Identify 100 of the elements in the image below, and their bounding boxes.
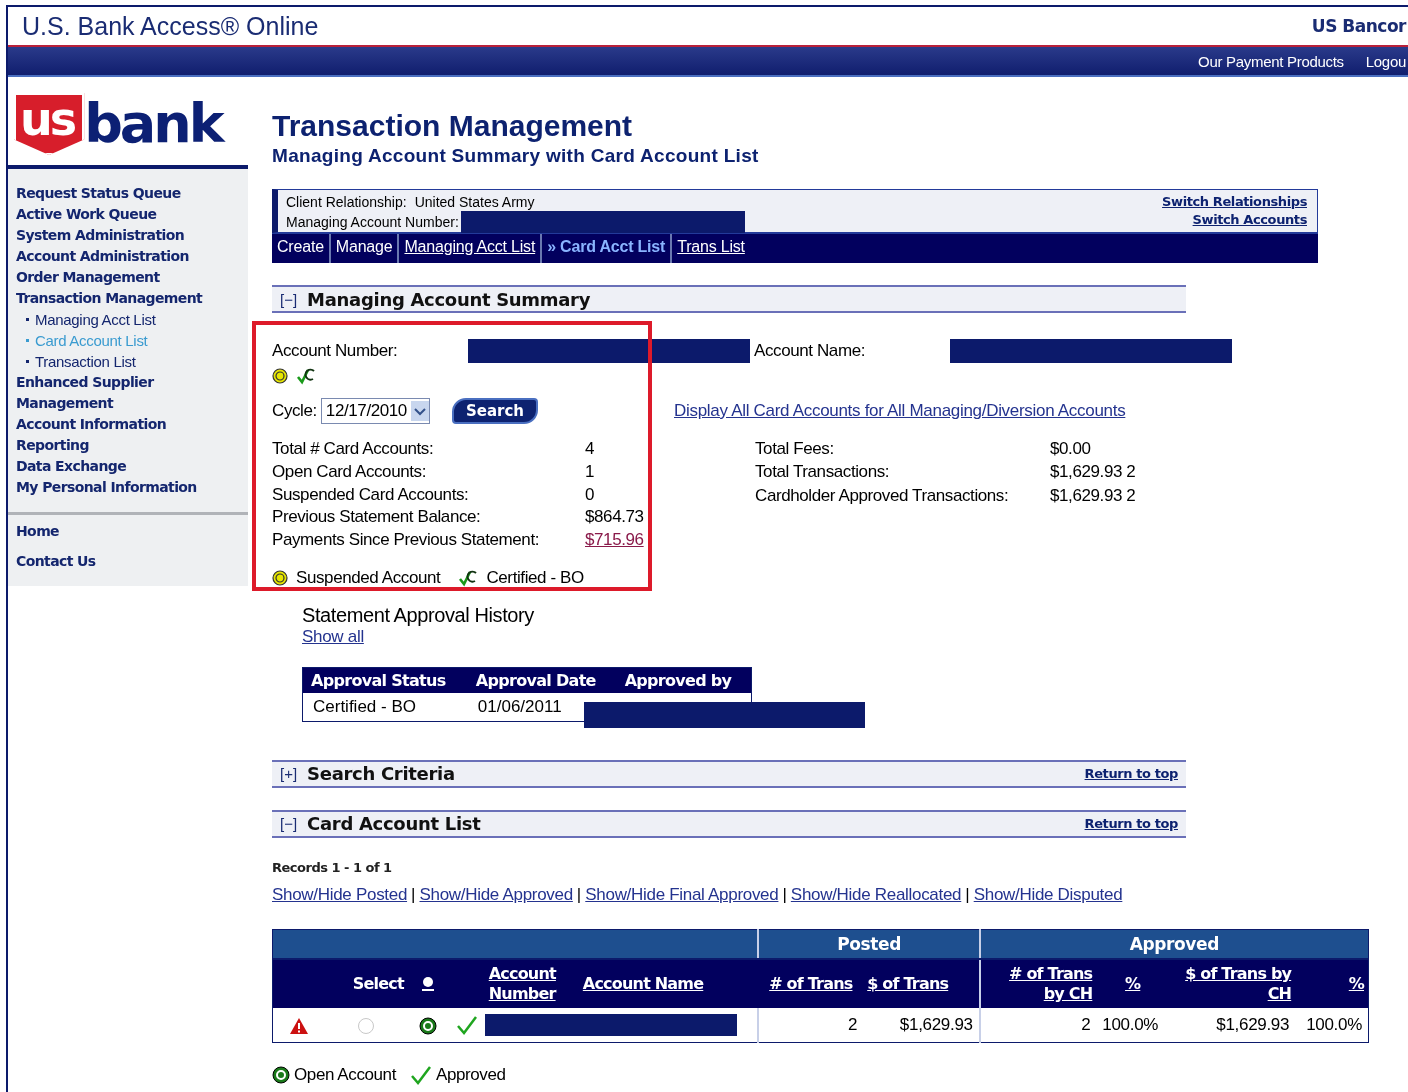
brand-name: US Bancor <box>1311 16 1406 36</box>
sidebar-item[interactable]: Data Exchange <box>16 456 238 477</box>
toggle-button[interactable]: [−] <box>280 290 298 308</box>
stat-label: Total Transactions: <box>755 461 891 484</box>
field-label: Account Number: <box>272 341 399 361</box>
sort-link[interactable]: % <box>1348 974 1364 994</box>
switch-link[interactable]: Switch Accounts <box>1192 211 1307 229</box>
legend-label: Approved <box>436 1065 506 1085</box>
sidebar-item[interactable]: Order Management <box>16 267 238 288</box>
open-status-icon <box>272 1066 290 1084</box>
show-all-link[interactable]: Show all <box>302 627 364 646</box>
stat-value: $1,629.93 2 <box>1050 484 1137 507</box>
table-cell: $1,629.93 <box>1169 1008 1296 1043</box>
column-header: Approval Date <box>467 667 617 693</box>
stat-label: Cardholder Approved Transactions: <box>755 484 1010 507</box>
stat-label: Payments Since Previous Statement: <box>272 529 541 552</box>
page-subtitle: Managing Account Summary with Card Account List <box>272 145 760 167</box>
table-cell: 100.0% <box>1096 1008 1169 1043</box>
sidebar-item[interactable]: Reporting <box>16 435 238 456</box>
display-all-link[interactable]: Display All Card Accounts for All Managing/Diversion Accounts <box>674 401 1126 421</box>
tab[interactable]: Trans List <box>672 234 750 263</box>
table-cell: $1,629.93 <box>863 1008 980 1043</box>
history-title: Statement Approval History <box>302 604 535 627</box>
field-label: Account Name: <box>754 341 867 361</box>
return-to-top-link[interactable]: Return to top <box>1084 765 1178 783</box>
stat-label: Total Fees: <box>755 438 835 460</box>
switch-link[interactable]: Switch Relationships <box>1162 193 1307 211</box>
column-header: Approval Status <box>302 667 468 693</box>
stat-label: Previous Statement Balance: <box>272 506 482 529</box>
legend-label: Open Account <box>294 1065 396 1085</box>
certified-check-icon <box>296 367 316 385</box>
stat-label: Open Card Accounts: <box>272 460 427 483</box>
open-status-icon <box>419 1016 438 1035</box>
nav-link[interactable]: Our Payment Products <box>1198 52 1344 70</box>
stat-label: Total # Card Accounts: <box>272 438 435 460</box>
group-header: Approved <box>979 929 1369 959</box>
sidebar-item[interactable]: Enhanced Supplier Management <box>16 372 238 414</box>
site-title: U.S. Bank Access® Online <box>22 11 319 41</box>
sidebar-item[interactable]: Request Status Queue <box>16 183 238 204</box>
radio-button[interactable] <box>358 1017 375 1034</box>
check-icon <box>410 1065 432 1085</box>
filter-link[interactable]: Show/Hide Posted <box>272 885 408 905</box>
coin-icon <box>272 368 288 384</box>
stat-value: 4 <box>585 438 596 460</box>
table-cell: 01/06/2011 <box>467 693 617 722</box>
stat-value: 0 <box>585 483 596 506</box>
sidebar-item-label: Transaction List <box>35 352 136 372</box>
sidebar-item[interactable]: Account Administration <box>16 246 238 267</box>
return-to-top-link[interactable]: Return to top <box>1084 815 1178 833</box>
table-cell: 2 <box>979 1008 1097 1043</box>
column-header: Approved by <box>616 667 752 693</box>
cycle-dropdown[interactable]: 12/17/2010 <box>320 398 430 424</box>
field-value: United States Army <box>414 194 535 210</box>
warning-icon <box>288 1016 309 1035</box>
filter-link[interactable]: Show/Hide Approved <box>419 885 573 905</box>
tab[interactable]: Create <box>272 234 331 263</box>
coin-icon <box>272 570 288 586</box>
filter-link[interactable]: Show/Hide Reallocated <box>790 885 962 905</box>
stat-value: $864.73 <box>585 506 645 529</box>
group-header: Posted <box>758 929 980 959</box>
bullet-icon <box>26 339 29 342</box>
legend-label: Suspended Account <box>296 568 441 588</box>
sidebar-item[interactable]: My Personal Information <box>16 477 238 498</box>
legend-label: Certified - BO <box>486 568 584 588</box>
certified-check-icon <box>458 569 479 587</box>
caret-icon <box>410 401 429 421</box>
toggle-button[interactable]: [+] <box>280 765 298 783</box>
sidebar-item-label: Managing Acct List <box>35 310 156 330</box>
stat-value: $0.00 <box>1050 438 1092 460</box>
filter-link[interactable]: Show/Hide Final Approved <box>585 885 779 905</box>
field-label: Managing Account Number: <box>286 214 459 230</box>
sidebar-item[interactable]: Active Work Queue <box>16 204 238 225</box>
payments-link[interactable]: $715.96 <box>585 529 665 552</box>
logo-shield: us <box>14 93 85 155</box>
separator: | <box>411 885 416 905</box>
bullet-icon <box>26 360 29 363</box>
sidebar-item[interactable]: Contact Us <box>16 551 238 572</box>
sidebar-item[interactable]: Home <box>16 521 238 542</box>
table-cell: 2 <box>758 1008 864 1043</box>
stat-value: 1 <box>585 460 596 483</box>
tab[interactable]: » Card Acct List <box>542 234 673 263</box>
search-button[interactable]: Search <box>451 398 538 424</box>
sidebar-item[interactable]: Transaction List <box>16 351 240 372</box>
section-title: Search Criteria <box>307 763 456 785</box>
nav-link[interactable]: Logou <box>1365 52 1406 70</box>
sidebar-item-label: Card Account List <box>35 331 148 351</box>
sort-link[interactable]: % <box>1125 974 1141 994</box>
sidebar-item[interactable]: System Administration <box>16 225 238 246</box>
sidebar-item[interactable]: Managing Acct List <box>16 309 240 330</box>
tab[interactable]: Managing Acct List <box>399 234 543 263</box>
separator: | <box>965 885 970 905</box>
tab[interactable]: Manage <box>330 234 400 263</box>
sidebar-item[interactable]: Transaction Management <box>16 288 238 309</box>
page-title: Transaction Management <box>272 109 634 143</box>
toggle-button[interactable]: [−] <box>280 815 298 833</box>
sidebar-item[interactable]: Account Information <box>16 414 238 435</box>
filter-link[interactable]: Show/Hide Disputed <box>973 885 1123 905</box>
section-title: Managing Account Summary <box>307 288 592 310</box>
separator: | <box>576 885 582 905</box>
check-icon <box>455 1015 478 1036</box>
